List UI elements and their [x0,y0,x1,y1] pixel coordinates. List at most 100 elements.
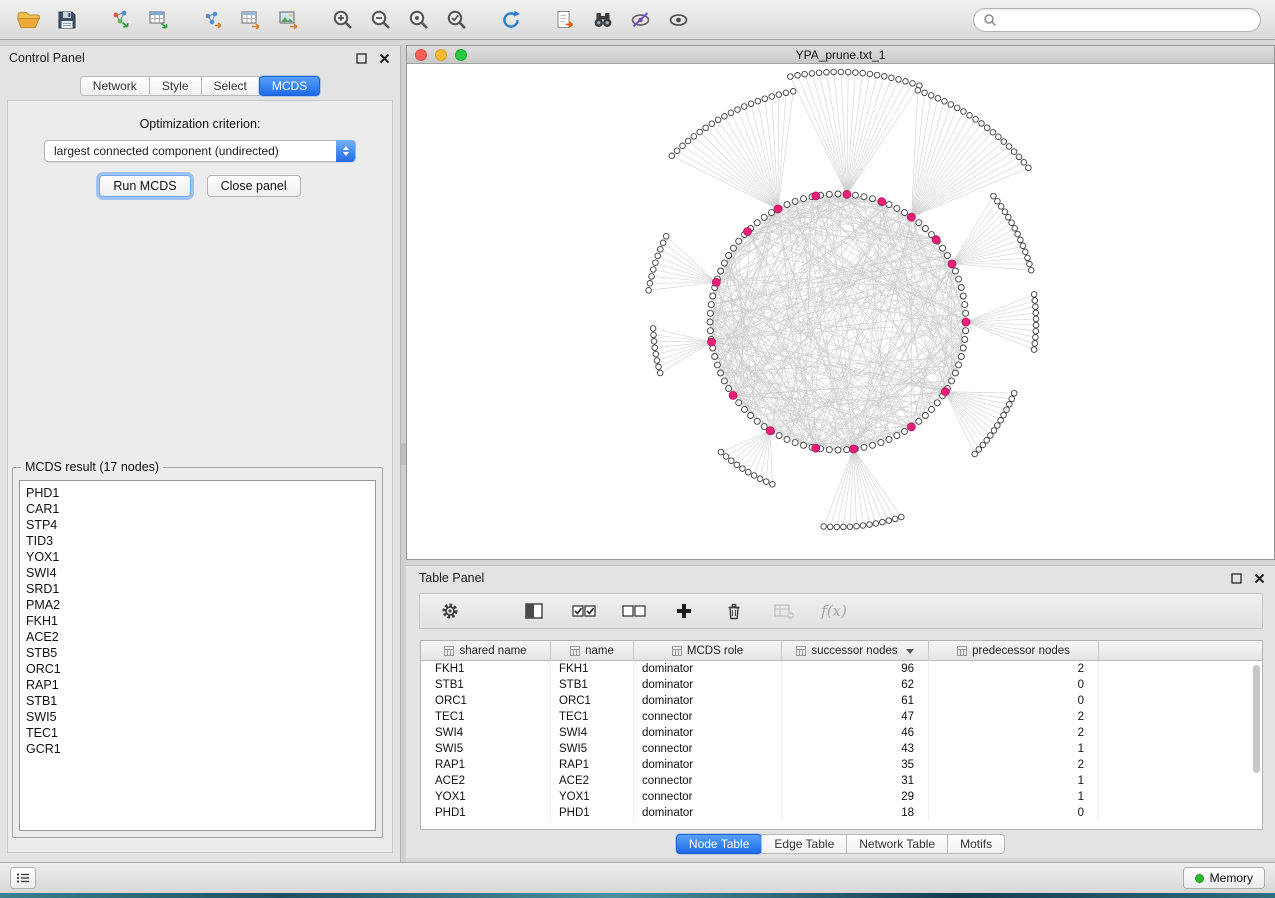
refresh-layout-button[interactable] [492,4,530,36]
import-network-button[interactable] [102,4,140,36]
delete-column-button[interactable] [720,597,748,625]
control-panel-header: Control Panel [0,46,400,70]
menu-list-button[interactable] [10,867,36,889]
zoom-in-button[interactable] [324,4,362,36]
sort-caret-icon [906,649,914,654]
mcds-result-item[interactable]: RAP1 [26,677,375,693]
tab-network[interactable]: Network [80,76,150,96]
table-tab-edge-table[interactable]: Edge Table [761,834,847,854]
close-panel-button[interactable]: Close panel [207,175,301,197]
column-header-MCDS-role[interactable]: MCDS role [634,641,782,661]
mcds-result-group: MCDS result (17 nodes) PHD1CAR1STP4TID3Y… [12,467,383,838]
table-row[interactable]: SWI4SWI4dominator462 [421,725,1262,741]
column-header-successor-nodes[interactable]: successor nodes [782,641,929,661]
select-all-button[interactable] [570,597,598,625]
mcds-result-item[interactable]: STB1 [26,693,375,709]
show-details-button[interactable] [660,4,698,36]
table-row[interactable]: FKH1FKH1dominator962 [421,661,1262,677]
table-grid-icon [444,646,454,656]
open-session-button[interactable] [10,4,48,36]
mcds-result-item[interactable]: PHD1 [26,485,375,501]
mcds-result-item[interactable]: FKH1 [26,613,375,629]
column-header-name[interactable]: name [551,641,634,661]
control-panel: Control Panel NetworkStyleSelectMCDS Opt… [0,45,401,862]
table-row[interactable]: ACE2ACE2connector311 [421,773,1262,789]
maximize-window-button[interactable] [455,49,467,61]
tab-mcds[interactable]: MCDS [259,76,320,96]
import-table-disabled-button[interactable] [770,597,798,625]
search-box[interactable] [973,8,1261,32]
table-settings-button[interactable] [436,597,464,625]
memory-label: Memory [1210,871,1253,885]
mcds-result-item[interactable]: PMA2 [26,597,375,613]
float-panel-button[interactable] [354,51,368,65]
table-row[interactable]: TEC1TEC1connector472 [421,709,1262,725]
table-row[interactable]: YOX1YOX1connector291 [421,789,1262,805]
mcds-result-item[interactable]: SWI4 [26,565,375,581]
unchecked-boxes-icon [621,602,647,620]
column-header-predecessor-nodes[interactable]: predecessor nodes [929,641,1099,661]
clipboard-import-button[interactable] [546,4,584,36]
table-row[interactable]: ORC1ORC1dominator610 [421,693,1262,709]
export-network-icon [201,9,225,31]
export-table-button[interactable] [232,4,270,36]
network-graph[interactable] [407,64,1274,559]
tab-style[interactable]: Style [149,76,202,96]
save-session-button[interactable] [48,4,86,36]
mcds-result-title: MCDS result (17 nodes) [21,460,163,474]
table-row[interactable]: SWI5SWI5connector431 [421,741,1262,757]
tab-select[interactable]: Select [201,76,260,96]
binoculars-icon [591,9,615,31]
search-input[interactable] [997,12,1251,28]
mcds-result-item[interactable]: ORC1 [26,661,375,677]
table-tab-motifs[interactable]: Motifs [947,834,1005,854]
network-window-titlebar[interactable]: YPA_prune.txt_1 [407,46,1274,64]
mcds-result-item[interactable]: ACE2 [26,629,375,645]
table-tab-node-table[interactable]: Node Table [676,834,763,854]
mcds-result-item[interactable]: SRD1 [26,581,375,597]
close-table-panel-button[interactable] [1252,571,1266,585]
folder-icon [16,9,42,31]
mcds-result-list[interactable]: PHD1CAR1STP4TID3YOX1SWI4SRD1PMA2FKH1ACE2… [19,480,376,831]
close-window-button[interactable] [415,49,427,61]
mcds-result-item[interactable]: YOX1 [26,549,375,565]
function-builder-button[interactable]: f(x) [820,597,848,625]
table-body: FKH1FKH1dominator962STB1STB1dominator620… [421,661,1262,829]
run-mcds-button[interactable]: Run MCDS [99,175,190,197]
zoom-fit-icon [407,8,431,32]
table-row[interactable]: PHD1PHD1dominator180 [421,805,1262,821]
mcds-result-item[interactable]: STB5 [26,645,375,661]
zoom-selected-button[interactable] [438,4,476,36]
add-column-button[interactable] [670,597,698,625]
zoom-out-button[interactable] [362,4,400,36]
memory-button[interactable]: Memory [1183,867,1265,889]
table-row[interactable]: RAP1RAP1dominator352 [421,757,1262,773]
table-tab-network-table[interactable]: Network Table [846,834,948,854]
table-tab-bar: Node TableEdge TableNetwork TableMotifs [406,834,1275,854]
optimization-select[interactable]: largest connected component (undirected) [44,140,356,162]
column-header-shared-name[interactable]: shared name [421,641,551,661]
checked-boxes-icon [571,602,597,620]
table-scrollbar[interactable] [1253,665,1260,773]
unselect-all-button[interactable] [620,597,648,625]
close-control-panel-button[interactable] [377,51,391,65]
minimize-window-button[interactable] [435,49,447,61]
export-image-button[interactable] [270,4,308,36]
float-table-panel-button[interactable] [1229,571,1243,585]
table-grid-icon [957,646,967,656]
mcds-result-item[interactable]: TEC1 [26,725,375,741]
network-canvas[interactable] [407,64,1274,559]
table-row[interactable]: STB1STB1dominator620 [421,677,1262,693]
mcds-result-item[interactable]: STP4 [26,517,375,533]
mcds-result-item[interactable]: GCR1 [26,741,375,757]
export-network-button[interactable] [194,4,232,36]
fx-label: f(x) [821,602,847,620]
search-network-button[interactable] [584,4,622,36]
toggle-details-button[interactable] [622,4,660,36]
show-columns-button[interactable] [520,597,548,625]
zoom-fit-button[interactable] [400,4,438,36]
mcds-result-item[interactable]: TID3 [26,533,375,549]
mcds-result-item[interactable]: CAR1 [26,501,375,517]
mcds-result-item[interactable]: SWI5 [26,709,375,725]
import-table-button[interactable] [140,4,178,36]
